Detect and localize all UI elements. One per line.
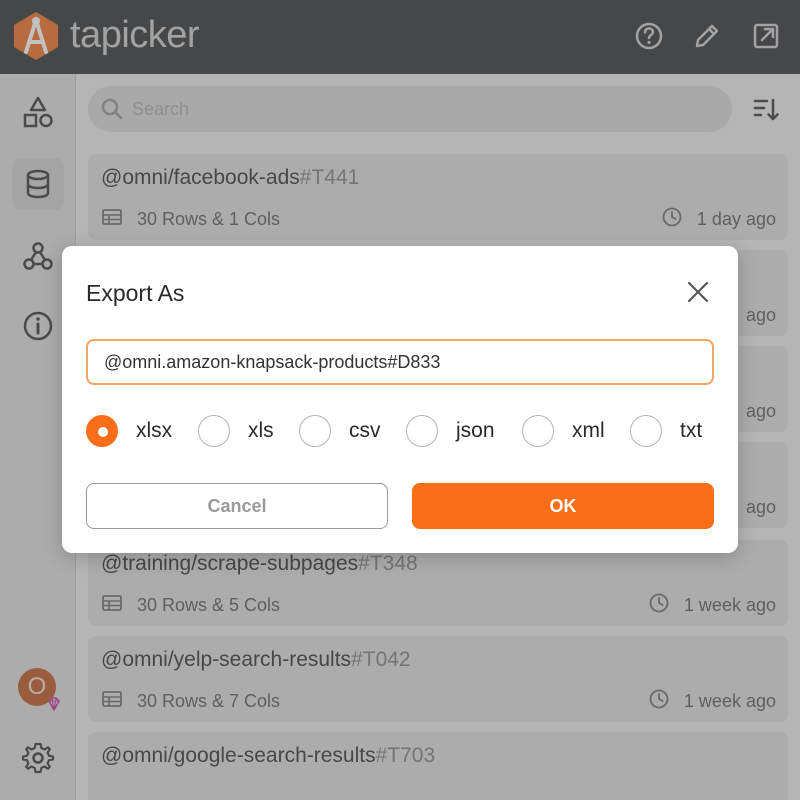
format-option-xlsx[interactable]: xlsx (86, 414, 172, 448)
format-option-xls[interactable]: xls (198, 414, 274, 448)
format-label: xlsx (136, 419, 173, 442)
radio-button[interactable] (299, 415, 331, 447)
format-option-json[interactable]: json (406, 414, 495, 448)
format-option-csv[interactable]: csv (299, 414, 381, 448)
dialog-title: Export As (86, 280, 185, 306)
radio-button[interactable] (406, 415, 438, 447)
format-radio-group: xlsx xls csv json xml txt (86, 414, 716, 448)
format-label: json (456, 419, 495, 442)
format-option-txt[interactable]: txt (630, 414, 702, 448)
ok-button[interactable]: OK (412, 483, 714, 529)
format-label: txt (680, 419, 703, 442)
export-dialog: Export As xlsx xls csv json xml txt Canc… (62, 246, 738, 553)
radio-button[interactable] (86, 415, 118, 447)
radio-button[interactable] (198, 415, 230, 447)
format-label: xml (572, 419, 605, 442)
close-icon[interactable] (686, 280, 710, 304)
cancel-button[interactable]: Cancel (86, 483, 388, 529)
format-label: csv (349, 419, 381, 442)
format-option-xml[interactable]: xml (522, 414, 605, 448)
export-filename-input[interactable] (86, 339, 714, 385)
radio-button[interactable] (522, 415, 554, 447)
radio-button[interactable] (630, 415, 662, 447)
format-label: xls (248, 419, 274, 442)
